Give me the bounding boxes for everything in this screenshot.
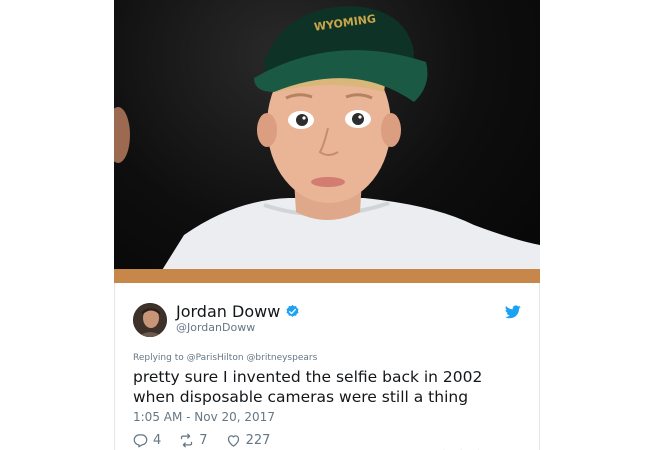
photo-illustration: WYOMING [114, 6, 540, 283]
retweet-count: 7 [199, 433, 208, 448]
like-count: 227 [245, 433, 271, 448]
tweet-timestamp[interactable]: 1:05 AM - Nov 20, 2017 [133, 410, 275, 424]
twitter-bird-icon[interactable] [505, 305, 521, 319]
avatar[interactable] [133, 303, 167, 337]
tweet-photo[interactable]: WYOMING [114, 0, 540, 283]
author-handle[interactable]: @JordanDoww [176, 321, 255, 334]
truncated-row-hint: ··· [442, 446, 494, 450]
mention-link[interactable]: @britneyspears [246, 353, 317, 363]
verified-icon [286, 304, 299, 317]
retweet-button[interactable]: 7 [179, 433, 208, 448]
heart-icon [227, 435, 239, 447]
reply-button[interactable]: 4 [133, 433, 161, 448]
tweet-card: Jordan Doww @JordanDoww Replying to @Par… [114, 283, 540, 450]
retweet-icon [181, 433, 193, 448]
replying-to: Replying to @ParisHilton @britneyspears [133, 353, 317, 363]
tweet-text: pretty sure I invented the selfie back i… [133, 368, 483, 406]
tweet-actions: 4 7 227 [133, 433, 288, 448]
reply-count: 4 [153, 433, 162, 448]
author-row[interactable]: Jordan Doww [176, 302, 300, 321]
reply-icon [133, 434, 148, 448]
author-name[interactable]: Jordan Doww [176, 302, 280, 321]
like-button[interactable]: 227 [226, 433, 271, 448]
mention-link[interactable]: @ParisHilton [187, 353, 244, 363]
replying-prefix: Replying to [133, 353, 187, 363]
